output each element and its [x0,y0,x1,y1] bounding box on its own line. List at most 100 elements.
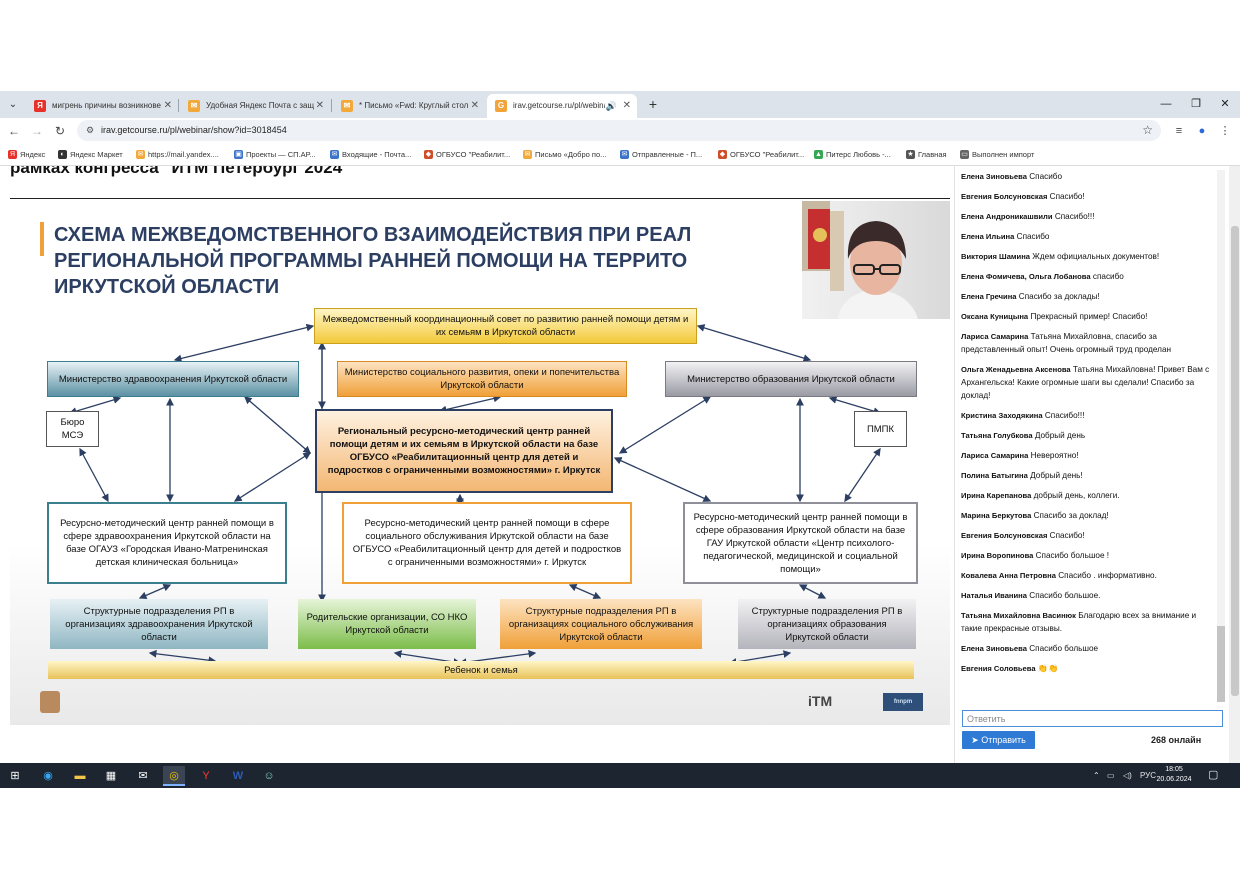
network-icon[interactable]: ▭ [1107,763,1115,788]
arrow-regional-health-center [233,452,312,502]
close-icon[interactable]: ✕ [471,94,479,118]
tab-4-active[interactable]: G irav.getcourse.ru/pl/webina 🔊 ✕ [487,94,637,118]
bookmark-item[interactable]: ✉ Отправленные - П... [620,144,702,166]
yandex-browser-icon[interactable]: Y [195,766,217,786]
chat-message: Лариса Самарина Татьяна Михайловна, спас… [961,330,1213,356]
message-text: Спасибо! [1049,192,1085,201]
send-button[interactable]: ➤ Отправить [962,731,1035,749]
edge-icon[interactable]: ◉ [37,766,59,786]
bookmark-star-icon[interactable]: ☆ [1142,120,1153,141]
tab-title: мигрень причины возникнове [52,101,161,110]
url-text[interactable]: irav.getcourse.ru/pl/webinar/show?id=301… [101,120,287,141]
bookmark-item[interactable]: ▲ Питерс Любовь -... [814,144,891,166]
bookmark-item[interactable]: ◐ Яндекс Маркет [58,144,123,166]
tab-3[interactable]: ✉ * Письмо «Fwd: Круглый стол ✕ [333,94,485,118]
market-icon: ◐ [58,150,67,159]
tab-2[interactable]: ✉ Удобная Яндекс Почта с защ ✕ [180,94,330,118]
back-arrow-icon[interactable]: ← [5,122,23,140]
bookmark-item[interactable]: ✉ Входящие - Почта... [330,144,411,166]
bookmark-label: Яндекс [20,150,46,159]
message-author: Татьяна Голубкова [961,431,1033,440]
chat-message: Ковалева Анна Петровна Спасибо . информа… [961,569,1213,582]
message-author: Лариса Самарина [961,451,1029,460]
bookmark-item[interactable]: ◆ ОГБУСО "Реабилит... [718,144,804,166]
tray-chevron-icon[interactable]: ⌃ [1093,763,1100,788]
chat-message: Елена Ильина Спасибо [961,230,1213,243]
chrome-icon[interactable]: ◎ [163,766,185,786]
tab-title: irav.getcourse.ru/pl/webina [513,101,605,110]
new-tab-plus-icon[interactable]: + [644,95,662,113]
chat-message: Елена Фомичева, Ольга Лобанова спасибо [961,270,1213,283]
chat-message: Елена Зиновьева Спасибо большое [961,642,1213,655]
family-box: Ребенок и семья [48,661,914,679]
mail-icon: ✉ [330,150,339,159]
bookmark-label: Входящие - Почта... [342,150,412,159]
center-health-box: Ресурсно-методический центр ранней помощ… [47,502,287,584]
reload-icon[interactable]: ↻ [51,122,69,140]
mail-icon: ✉ [620,150,629,159]
file-explorer-icon[interactable]: ▬ [69,766,91,786]
bookmark-label: ОГБУСО "Реабилит... [436,150,511,159]
window-close-icon[interactable]: ✕ [1211,95,1239,113]
profile-avatar-icon[interactable]: ● [1193,122,1211,140]
message-author: Ирина Карепанова [961,491,1032,500]
word-icon[interactable]: W [227,766,249,786]
bookmark-label: Письмо «Добро по... [535,150,607,159]
bookmark-item[interactable]: Я Яндекс [8,144,45,166]
clock[interactable]: 18:05 20.06.2024 [1154,765,1194,785]
bookmarks-bar: Я Яндекс ◐ Яндекс Маркет ✉ https://mail.yan… [0,144,1240,166]
speaker-icon[interactable]: 🔊 [606,94,617,118]
chat-message: Оксана Куницына Прекрасный пример! Спаси… [961,310,1213,323]
message-author: Ольга Женадьевна Аксенова [961,365,1071,374]
message-author: Елена Зиновьева [961,644,1027,653]
reply-input[interactable] [962,710,1223,727]
volume-icon[interactable]: ◁) [1123,763,1132,788]
store-icon[interactable]: ▦ [100,766,122,786]
bookmark-item[interactable]: ✉ https://mail.yandex.... [136,144,219,166]
bookmark-item[interactable]: ▣ Проекты — СП.АР... [234,144,316,166]
drive-icon: ▲ [814,150,823,159]
message-author: Полина Батыгина [961,471,1028,480]
tab-list-chevron-icon[interactable]: ⌄ [4,96,22,114]
getcourse-icon: G [495,100,507,112]
restore-icon[interactable]: ❐ [1182,95,1210,113]
center-edu-box: Ресурсно-методический центр ранней помощ… [683,502,918,584]
tab-separator [178,99,179,112]
bookmark-item[interactable]: ★ Главная [906,144,947,166]
parents-text: Родительские организации, СО НКО Иркутск… [306,612,468,636]
chat-scrollbar-track[interactable] [1217,170,1225,702]
bookmark-item[interactable]: ◆ ОГБУСО "Реабилит... [424,144,510,166]
forward-arrow-icon[interactable]: → [28,122,46,140]
close-icon[interactable]: ✕ [316,94,324,118]
chat-scrollbar-thumb[interactable] [1217,626,1225,702]
minimize-icon[interactable]: — [1152,95,1180,113]
chat-message-list[interactable]: Елена Зиновьева Спасибо Евгения Болсунов… [961,170,1213,698]
chat-message: Евгения Соловьева 👏👏 [961,662,1213,675]
close-icon[interactable]: ✕ [164,94,172,118]
site-info-icon[interactable]: ⚙ [86,125,94,136]
windows-start-icon[interactable]: ⊞ [4,766,26,786]
bookmark-label: Выполнен импорт [972,150,1035,159]
message-author: Елена Гречина [961,292,1017,301]
speaker-video[interactable] [802,201,950,319]
ministry-health-text: Министерство здравоохранения Иркутской о… [58,373,288,385]
page-scrollbar-thumb[interactable] [1231,226,1239,696]
tab-title: * Письмо «Fwd: Круглый стол [359,101,469,110]
message-text: Спасибо . информативно. [1058,571,1157,580]
media-control-icon[interactable]: ≡ [1170,122,1188,140]
app-icon[interactable]: ☺ [258,766,280,786]
tab-1[interactable]: Я мигрень причины возникнове ✕ [26,94,178,118]
chat-message: Лариса Самарина Невероятно! [961,449,1213,462]
mail-app-icon[interactable]: ✉ [132,766,154,786]
close-icon[interactable]: ✕ [623,94,631,118]
bookmark-folder[interactable]: ▭ Выполнен импорт [960,144,1034,166]
message-text: Спасибо за доклад! [1033,511,1109,520]
notifications-icon[interactable]: ▢ [1208,763,1218,788]
address-bar[interactable]: ⚙ irav.getcourse.ru/pl/webinar/show?id=3… [77,120,1161,141]
message-text: Спасибо большое. [1029,591,1101,600]
bookmark-item[interactable]: ✉ Письмо «Добро по... [523,144,606,166]
message-author: Ковалева Анна Петровна [961,571,1056,580]
units-edu-box: Структурные подразделения РП в организац… [738,599,916,649]
menu-kebab-icon[interactable]: ⋮ [1216,122,1234,140]
arrow-council-edu [696,324,812,362]
